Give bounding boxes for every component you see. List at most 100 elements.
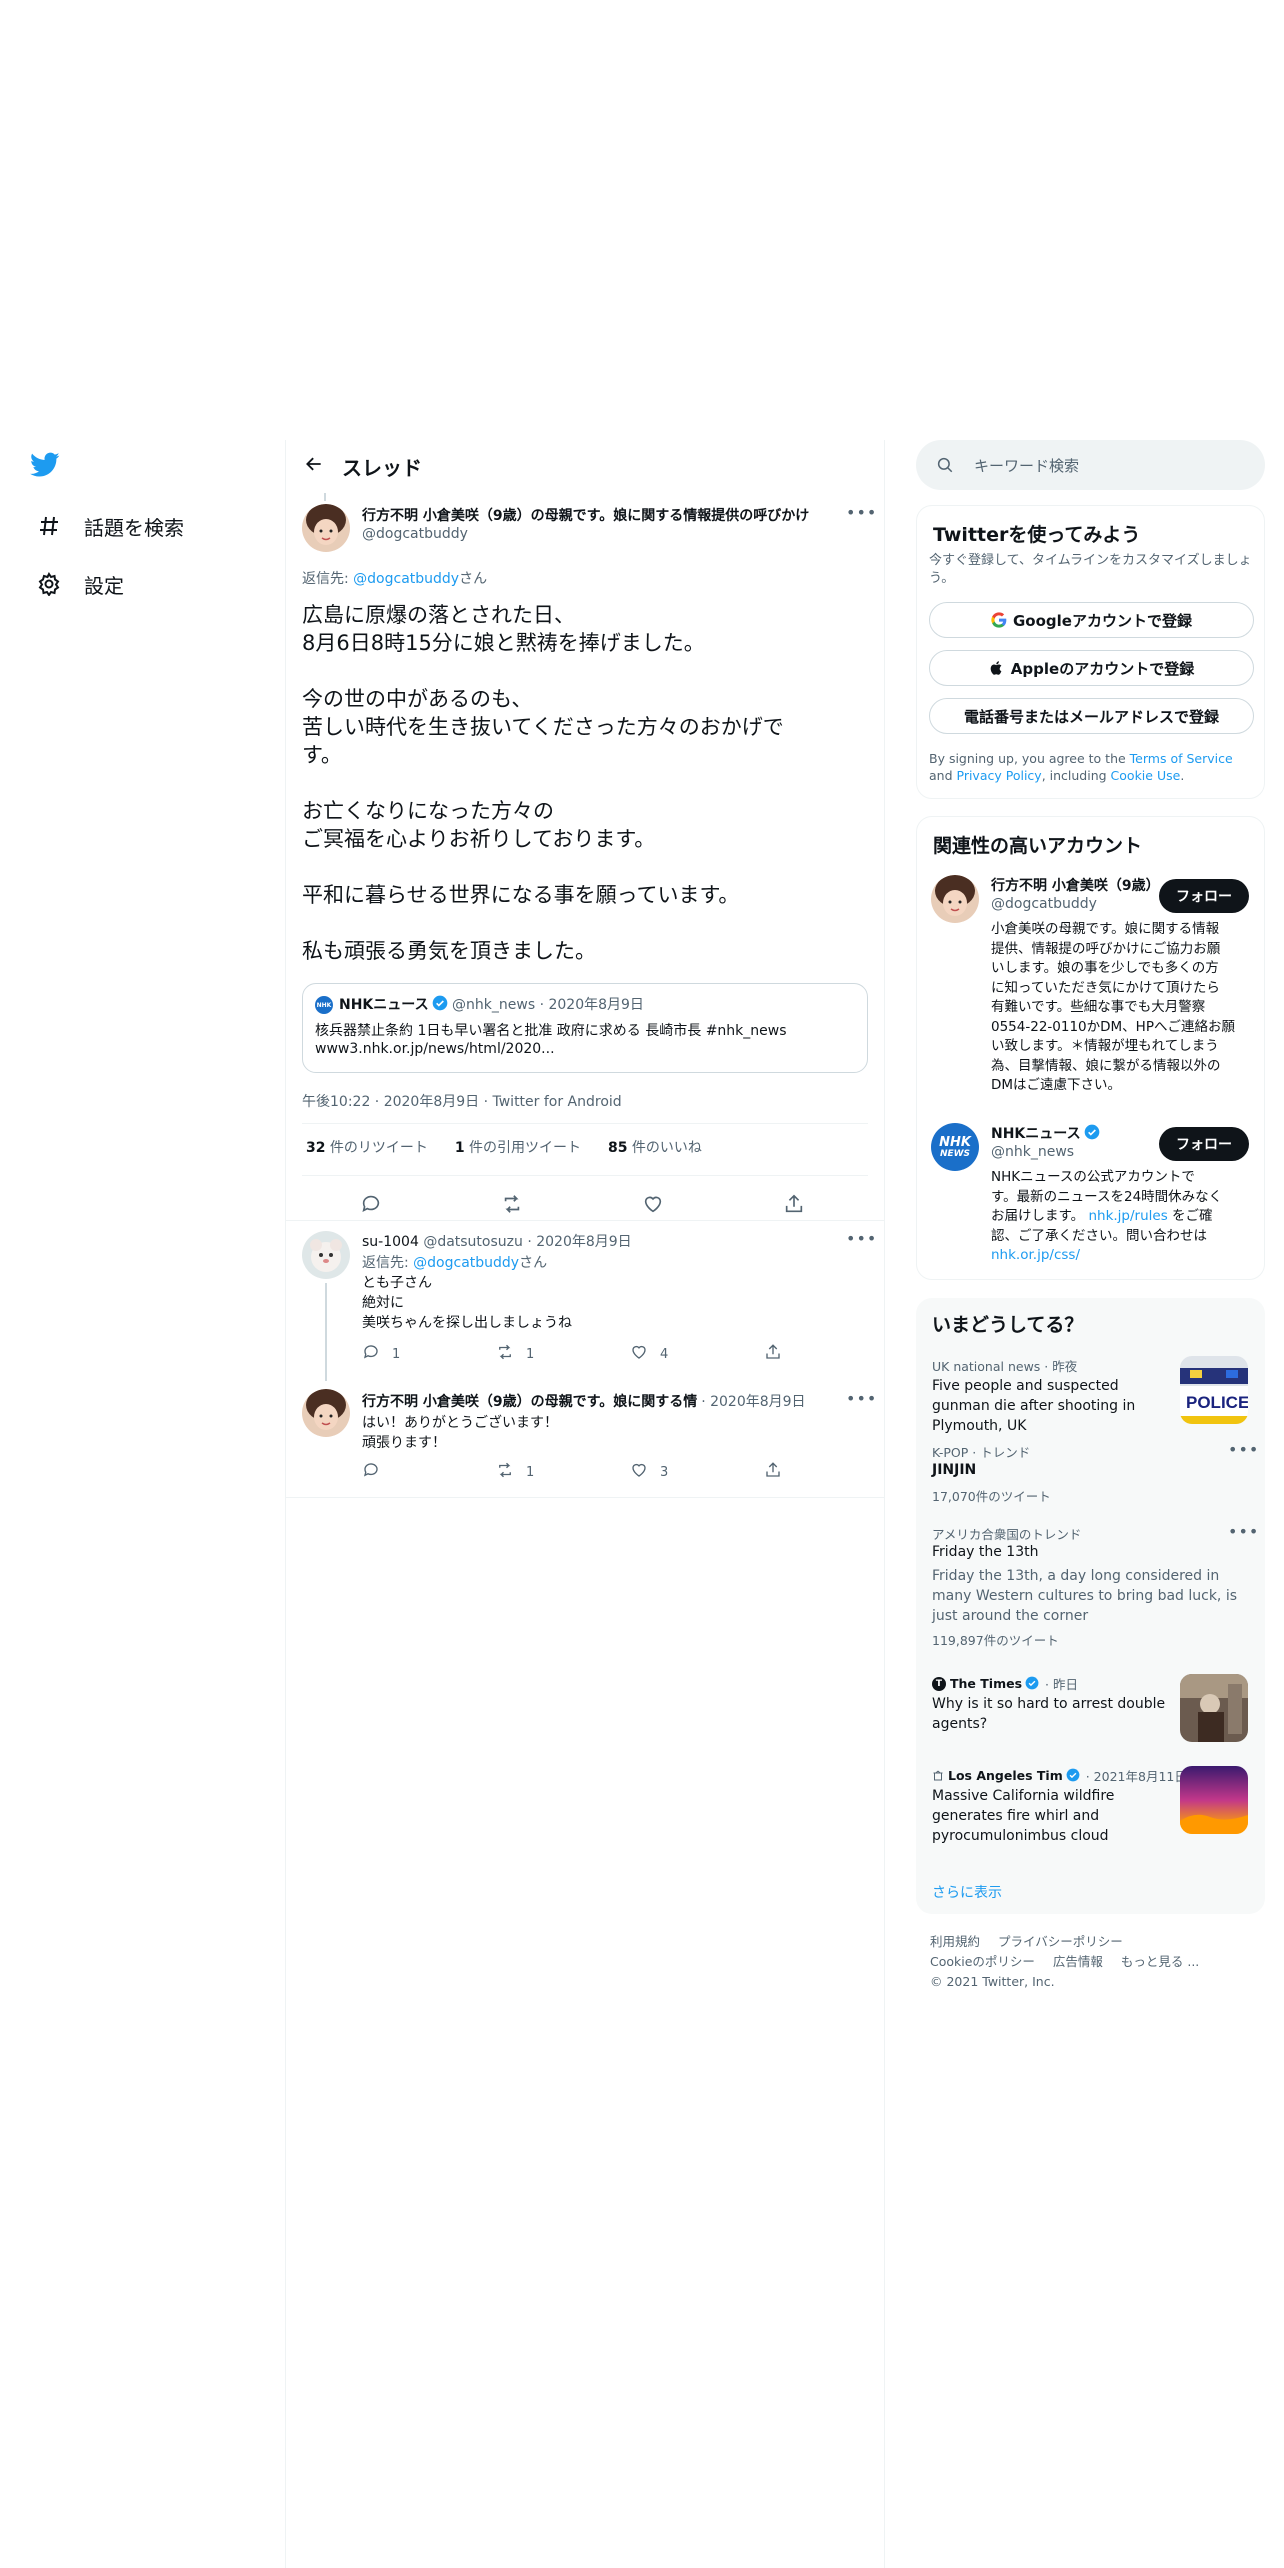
more-icon[interactable]: •••	[846, 1229, 877, 1248]
reply-tweet[interactable]: su-1004 @datsutosuzu · 2020年8月9日 ••• 返信先…	[286, 1221, 884, 1381]
trends-card: いまどうしてる？ UK national news · 昨夜 Five peop…	[916, 1298, 1265, 1914]
reply-icon[interactable]	[360, 1193, 382, 1219]
reply-tweet[interactable]: 行方不明 小倉美咲（9歳）の母親です。娘に関する情 · 2020年8月9日 ••…	[286, 1381, 884, 1498]
reply-to-link[interactable]: @dogcatbuddy	[353, 571, 459, 587]
more-icon[interactable]: •••	[1228, 1440, 1259, 1459]
trend-meta: K-POP · トレンド	[932, 1445, 1031, 1460]
svg-text:POLICE: POLICE	[1186, 1393, 1248, 1412]
trend-item[interactable]: UK national news · 昨夜 Five people and su…	[916, 1350, 1265, 1434]
privacy-link[interactable]: Privacy Policy	[957, 768, 1042, 783]
reply-author-name[interactable]: 行方不明 小倉美咲（9歳）の母親です。娘に関する情	[362, 1391, 697, 1411]
footer-link[interactable]: 広告情報	[1053, 1954, 1103, 1969]
nav-item-settings[interactable]: 設定	[34, 564, 124, 604]
bio-line: 小倉美咲の母親です。娘に関する情報	[991, 921, 1220, 937]
footer-link[interactable]: もっと見る ...	[1121, 1954, 1199, 1969]
likes-stat[interactable]: 85 件のいいね	[608, 1140, 702, 1156]
tweet-line: 広島に原爆の落とされた日、	[302, 603, 575, 627]
reply-button[interactable]: 1	[362, 1343, 400, 1365]
twitter-logo-icon[interactable]	[30, 452, 66, 482]
reply-date[interactable]: · 2020年8月9日	[527, 1234, 631, 1250]
cookie-link[interactable]: Cookie Use	[1111, 768, 1181, 783]
footer-link[interactable]: Cookieのポリシー	[930, 1954, 1035, 1969]
arrow-left-icon	[304, 454, 324, 479]
quote-header: NHKニュース @nhk_news · 2020年8月9日	[339, 994, 644, 1014]
quotes-label: 件の引用ツイート	[464, 1140, 582, 1156]
reply-button[interactable]	[362, 1461, 380, 1483]
quote-author-name: NHKニュース	[339, 997, 429, 1013]
terms-link[interactable]: Terms of Service	[1130, 751, 1233, 766]
reply-author-name[interactable]: su-1004	[362, 1234, 419, 1250]
apple-signup-button[interactable]: Appleのアカウントで登録	[929, 650, 1254, 686]
bio-line: に知っていただき気にかけて頂けたら	[991, 979, 1220, 996]
phone-email-signup-button[interactable]: 電話番号またはメールアドレスで登録	[929, 698, 1254, 734]
newspaper-icon	[932, 1770, 944, 1782]
trend-image	[1180, 1766, 1248, 1834]
tweet-line: 8月6日8時15分に娘と黙祷を捧げました。	[302, 631, 705, 655]
legal-text: By signing up, you agree to the	[929, 751, 1130, 766]
trend-item[interactable]: K-POP · トレンド ••• JINJIN 17,070件のツイート	[916, 1436, 1265, 1506]
share-icon[interactable]	[783, 1193, 805, 1219]
quote-tweet[interactable]: NHK NHKニュース @nhk_news · 2020年8月9日 核兵器禁止条…	[302, 983, 868, 1073]
retweet-button[interactable]: 1	[496, 1461, 534, 1483]
retweets-stat[interactable]: 32 件のリツイート	[306, 1140, 428, 1156]
trend-item[interactable]: Los Angeles Tim · 2021年8月11日 Massive Cal…	[916, 1760, 1265, 1852]
bio-line: い致します。＊情報が埋もれてしまう	[991, 1038, 1219, 1054]
share-button[interactable]	[764, 1461, 782, 1483]
trend-item[interactable]: アメリカ合衆国のトレンド ••• Friday the 13th Friday …	[916, 1518, 1265, 1652]
trend-item[interactable]: T The Times · 昨日 Why is it so hard to ar…	[916, 1668, 1265, 1744]
header: スレッド	[286, 440, 884, 493]
bio-line: 有難いです。些細な事でも大月警察	[991, 999, 1206, 1015]
more-icon[interactable]: •••	[846, 1389, 877, 1408]
like-button[interactable]: 3	[630, 1461, 668, 1483]
bio-link[interactable]: nhk.or.jp/css/	[991, 1246, 1261, 1266]
like-button[interactable]: 4	[630, 1343, 668, 1365]
bio-line: 認、ご了承ください。問い合わせは	[991, 1227, 1207, 1244]
reply-date[interactable]: · 2020年8月9日	[701, 1391, 805, 1411]
verified-badge-icon	[1025, 1676, 1041, 1692]
divider	[286, 1497, 884, 1498]
tweet-line: 今の世の中があるのも、	[302, 687, 533, 711]
reply-author-handle[interactable]: @datsutosuzu	[423, 1234, 523, 1250]
more-icon[interactable]: •••	[846, 503, 877, 522]
avatar[interactable]	[931, 875, 979, 923]
follow-button[interactable]: フォロー	[1159, 1127, 1249, 1161]
nav-item-explore[interactable]: 話題を検索	[34, 506, 184, 546]
author-name[interactable]: 行方不明 小倉美咲（9歳）の母親です。娘に関する情報提供の呼びかけ	[362, 505, 832, 525]
retweet-icon	[496, 1461, 514, 1483]
footer-link[interactable]: 利用規約	[930, 1934, 980, 1949]
author-handle[interactable]: @dogcatbuddy	[362, 526, 468, 542]
back-button[interactable]	[286, 440, 342, 493]
follow-button[interactable]: フォロー	[1159, 879, 1249, 913]
reply-to-link[interactable]: @dogcatbuddy	[413, 1255, 519, 1271]
footer-link[interactable]: プライバシーポリシー	[998, 1934, 1123, 1949]
quotes-stat[interactable]: 1 件の引用ツイート	[455, 1140, 581, 1156]
account-name[interactable]: 行方不明 小倉美咲（9歳）の母親です。	[991, 875, 1151, 895]
tweet-text: 広島に原爆の落とされた日、 8月6日8時15分に娘と黙祷を捧げました。 今の世の…	[302, 601, 872, 965]
retweet-icon[interactable]	[501, 1193, 523, 1219]
reply-suffix: さん	[459, 571, 488, 587]
footer-line: Cookieのポリシー 広告情報 もっと見る ...	[930, 1952, 1260, 1972]
bio-link[interactable]: nhk.jp/rules	[1088, 1208, 1167, 1224]
google-signup-button[interactable]: Googleアカウントで登録	[929, 602, 1254, 638]
like-icon[interactable]	[642, 1193, 664, 1219]
account-handle[interactable]: @dogcatbuddy	[991, 896, 1097, 912]
nhk-avatar: NHK	[315, 996, 333, 1014]
retweet-icon	[496, 1343, 514, 1365]
account-name-row: NHKニュース	[991, 1123, 1100, 1143]
nhk-avatar[interactable]: NHK NEWS	[931, 1123, 979, 1171]
bio-line: 提供、情報提の呼びかけにご協力お願	[991, 940, 1221, 957]
avatar[interactable]	[302, 1231, 350, 1279]
retweet-button[interactable]: 1	[496, 1343, 534, 1365]
avatar[interactable]	[302, 1389, 350, 1437]
quote-url[interactable]: www3.nhk.or.jp/news/html/2020...	[315, 1041, 555, 1057]
likes-count: 85	[607, 1140, 628, 1156]
share-button[interactable]	[764, 1343, 782, 1365]
account-handle[interactable]: @nhk_news	[991, 1144, 1074, 1160]
search-input[interactable]: キーワード検索	[974, 455, 1079, 476]
reply-context: 返信先: @dogcatbuddyさん	[302, 568, 487, 588]
account-name[interactable]: NHKニュース	[991, 1126, 1081, 1142]
show-more-link[interactable]: さらに表示	[932, 1882, 1002, 1902]
more-icon[interactable]: •••	[1228, 1522, 1259, 1541]
search-bar[interactable]: キーワード検索	[916, 440, 1265, 490]
avatar[interactable]	[302, 504, 350, 552]
